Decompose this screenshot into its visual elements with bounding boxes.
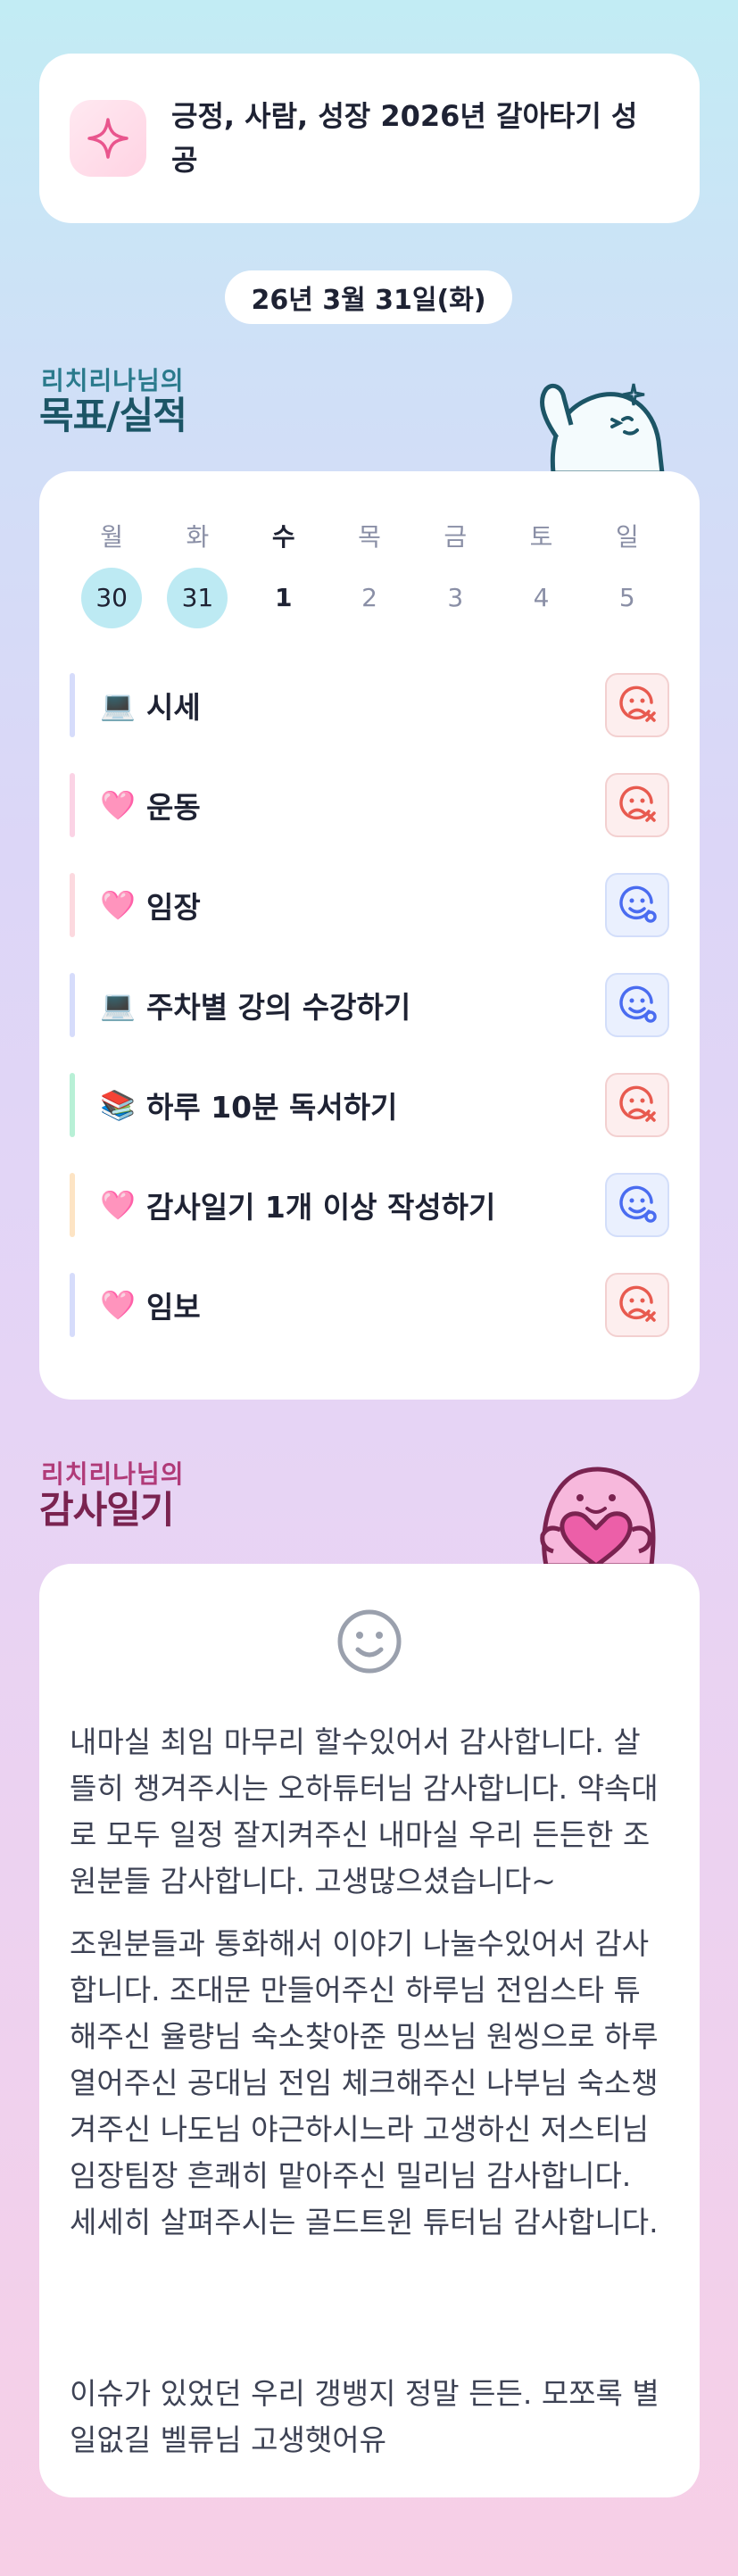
fail-face-icon[interactable] [605, 1273, 669, 1337]
goal-label: 임장 [146, 890, 201, 925]
goal-row[interactable]: 💻 주차별 강의 수강하기 [70, 973, 669, 1037]
mascot-illustration [540, 383, 665, 473]
goal-emoji-icon: 🩷 [100, 888, 136, 922]
day-mon[interactable]: 월 30 [69, 518, 154, 628]
goal-label: 하루 10분 독서하기 [146, 1090, 398, 1125]
goal-row[interactable]: 🩷 임장 [70, 873, 669, 937]
goal-row[interactable]: 🩷 운동 [70, 773, 669, 837]
goal-emoji-icon: 🩷 [100, 1188, 136, 1222]
goal-color-bar [70, 673, 75, 737]
gratitude-diary-card: 내마실 최임 마무리 할수있어서 감사합니다. 살뜰히 챙겨주시는 오하튜터님 … [39, 1564, 700, 2497]
day-wed[interactable]: 수1 [241, 518, 327, 628]
date-selector[interactable]: 26년 3월 31일(화) [225, 270, 512, 324]
goal-color-bar [70, 1273, 75, 1337]
diary-paragraph-3: 이슈가 있었던 우리 갱뱅지 정말 든든. 모쪼록 별일없길 벨류님 고생햇어유 [70, 2376, 659, 2457]
success-face-icon[interactable] [605, 1173, 669, 1237]
goal-row[interactable]: 🩷 임보 [70, 1273, 669, 1337]
goal-color-bar [70, 1073, 75, 1137]
goal-label: 주차별 강의 수강하기 [146, 990, 411, 1025]
sparkle-icon [70, 100, 146, 177]
goal-banner-text: 긍정, 사람, 성장 2026년 갈아타기 성공 [171, 99, 638, 177]
goals-card: 월 30 화 31 수1 목2 금3 토4 일5 💻 시세 🩷 운동 🩷 임장 💻 주차별 강의 … [39, 471, 700, 1400]
day-tue[interactable]: 화 31 [154, 518, 240, 628]
goal-row[interactable]: 🩷 감사일기 1개 이상 작성하기 [70, 1173, 669, 1237]
fail-face-icon[interactable] [605, 673, 669, 737]
goal-color-bar [70, 773, 75, 837]
goal-label: 시세 [146, 690, 201, 725]
goal-color-bar [70, 873, 75, 937]
day-sat[interactable]: 토4 [498, 518, 584, 628]
week-calendar: 월 30 화 31 수1 목2 금3 토4 일5 [69, 518, 670, 628]
goal-emoji-icon: 💻 [100, 688, 136, 722]
goal-emoji-icon: 🩷 [100, 788, 136, 822]
diary-paragraph-2: 조원분들과 통화해서 이야기 나눌수있어서 감사합니다. 조대문 만들어주신 하… [70, 1926, 659, 2239]
goal-color-bar [70, 973, 75, 1037]
fail-face-icon[interactable] [605, 773, 669, 837]
goal-color-bar [70, 1173, 75, 1237]
goal-banner: 긍정, 사람, 성장 2026년 갈아타기 성공 [39, 54, 700, 223]
goal-row[interactable]: 📚 하루 10분 독서하기 [70, 1073, 669, 1137]
goal-label: 운동 [146, 790, 201, 825]
day-fri[interactable]: 금3 [412, 518, 498, 628]
goal-emoji-icon: 💻 [100, 988, 136, 1022]
success-face-icon[interactable] [605, 973, 669, 1037]
fail-face-icon[interactable] [605, 1073, 669, 1137]
diary-paragraph-1: 내마실 최임 마무리 할수있어서 감사합니다. 살뜰히 챙겨주시는 오하튜터님 … [70, 1724, 659, 1899]
goal-label: 감사일기 1개 이상 작성하기 [146, 1190, 496, 1225]
diary-section-title: 감사일기 [39, 1488, 175, 1532]
day-sun[interactable]: 일5 [585, 518, 670, 628]
goals-section-title: 목표/실적 [39, 394, 187, 437]
goal-emoji-icon: 📚 [100, 1088, 136, 1122]
goal-emoji-icon: 🩷 [100, 1288, 136, 1322]
day-thu[interactable]: 목2 [327, 518, 412, 628]
smile-icon [337, 1609, 402, 1674]
goal-label: 임보 [146, 1290, 201, 1325]
goal-row[interactable]: 💻 시세 [70, 673, 669, 737]
mascot-heart-illustration [540, 1467, 656, 1566]
success-face-icon[interactable] [605, 873, 669, 937]
